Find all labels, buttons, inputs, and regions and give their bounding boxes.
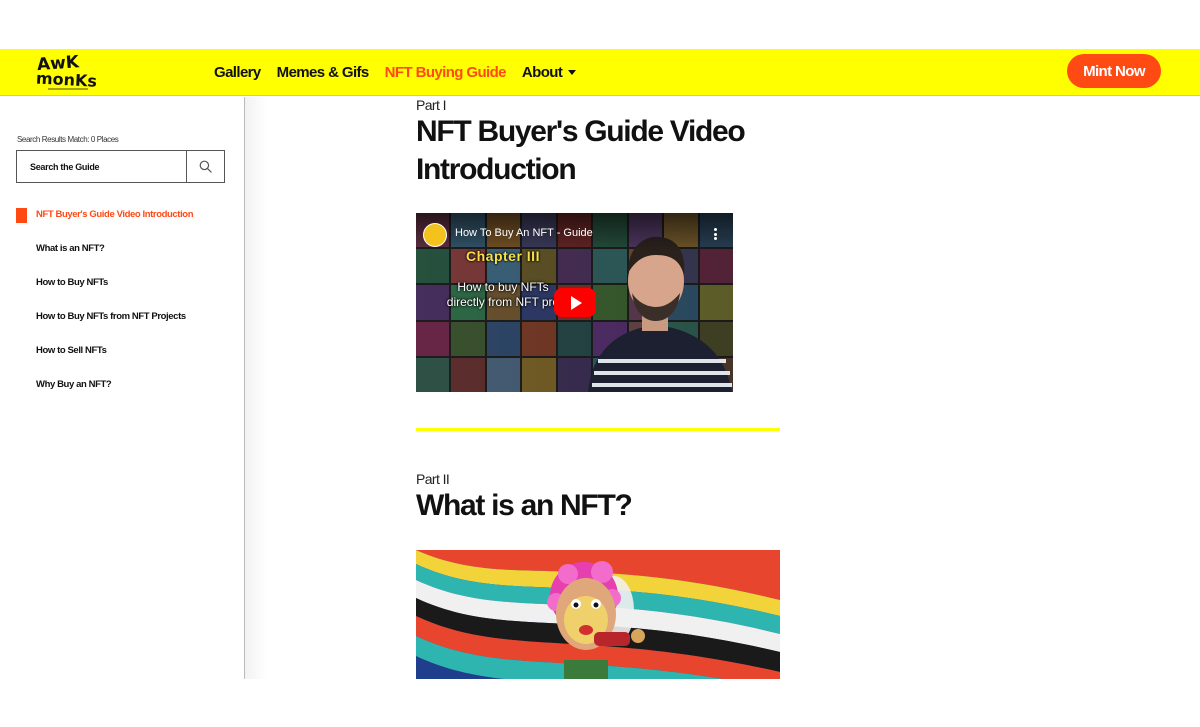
- more-vertical-icon[interactable]: [714, 228, 717, 240]
- toc-item-why-buy-an-nft[interactable]: Why Buy an NFT?: [0, 379, 244, 413]
- search-icon: [199, 160, 212, 173]
- active-marker: [16, 208, 27, 223]
- part-label: Part I: [416, 97, 446, 113]
- video-chapter-label: Chapter III: [466, 248, 540, 264]
- nft-illustration: [416, 550, 780, 679]
- toc-item-buy-from-projects[interactable]: How to Buy NFTs from NFT Projects: [0, 311, 244, 345]
- awkmonks-logo[interactable]: AwK monKs: [34, 52, 98, 92]
- play-button[interactable]: [554, 288, 596, 317]
- main-nav: Gallery Memes & Gifs NFT Buying Guide Ab…: [214, 49, 577, 95]
- toc-item-label: Why Buy an NFT?: [36, 379, 112, 390]
- table-of-contents: NFT Buyer's Guide Video Introduction Wha…: [0, 208, 244, 413]
- nav-about-label: About: [521, 63, 563, 81]
- nft-artwork: [416, 550, 780, 679]
- section-part-1: Part I NFT Buyer's Guide Video Introduct…: [416, 97, 796, 189]
- section-title-line-1: NFT Buyer's Guide Video: [416, 115, 746, 148]
- sidebar-shadow: [245, 97, 267, 679]
- video-player[interactable]: How To Buy An NFT - Guide Chapter III Ho…: [416, 213, 733, 392]
- section-title: NFT Buyer's Guide Video Introduction: [416, 113, 796, 189]
- play-icon: [571, 295, 582, 310]
- guide-search-box: [16, 150, 225, 183]
- section-divider: [416, 428, 780, 431]
- section-title-line-2: Introduction: [416, 153, 577, 186]
- chevron-down-icon: [568, 70, 577, 76]
- toc-item-label: How to Sell NFTs: [36, 345, 107, 356]
- toc-item-what-is-an-nft[interactable]: What is an NFT?: [0, 243, 244, 277]
- toc-item-label: How to Buy NFTs from NFT Projects: [36, 311, 186, 322]
- section-title: What is an NFT?: [416, 489, 633, 522]
- guide-search-input[interactable]: [17, 151, 188, 182]
- nav-gallery[interactable]: Gallery: [214, 64, 261, 81]
- search-status-text: Search Results Match: 0 Places: [17, 135, 119, 144]
- video-title[interactable]: How To Buy An NFT - Guide: [455, 227, 593, 239]
- toc-item-how-to-sell-nfts[interactable]: How to Sell NFTs: [0, 345, 244, 379]
- toc-item-label: How to Buy NFTs: [36, 277, 108, 288]
- toc-item-label: NFT Buyer's Guide Video Introduction: [36, 209, 194, 220]
- top-navbar: AwK monKs Gallery Memes & Gifs NFT Buyin…: [0, 49, 1200, 96]
- section-part-2: Part II What is an NFT?: [416, 471, 633, 525]
- channel-avatar[interactable]: [423, 223, 447, 247]
- toc-item-label: What is an NFT?: [36, 243, 105, 254]
- svg-text:monKs: monKs: [36, 69, 96, 91]
- logo-artwork: AwK monKs: [36, 52, 98, 91]
- nav-memes-gifs[interactable]: Memes & Gifs: [277, 64, 370, 81]
- toc-item-video-introduction[interactable]: NFT Buyer's Guide Video Introduction: [0, 208, 244, 243]
- guide-sidebar: Search Results Match: 0 Places NFT Buyer…: [0, 97, 245, 679]
- search-button[interactable]: [186, 151, 224, 182]
- nav-about[interactable]: About: [521, 63, 577, 81]
- toc-item-how-to-buy-nfts[interactable]: How to Buy NFTs: [0, 277, 244, 311]
- mint-now-button[interactable]: Mint Now: [1067, 54, 1161, 88]
- guide-content: Part I NFT Buyer's Guide Video Introduct…: [416, 97, 796, 679]
- nav-nft-buying-guide[interactable]: NFT Buying Guide: [385, 64, 507, 81]
- part-label: Part II: [416, 471, 450, 487]
